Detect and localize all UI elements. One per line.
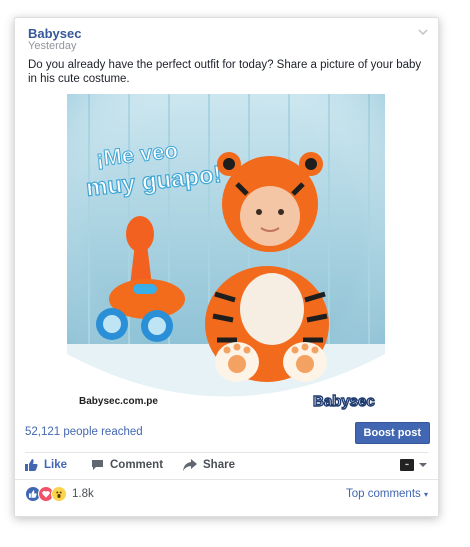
- page-thumbnail-icon: ▪▪: [400, 459, 414, 471]
- caret-down-icon: [419, 463, 427, 467]
- thumbs-up-icon: [25, 459, 38, 471]
- like-button[interactable]: Like: [25, 459, 67, 471]
- divider: [25, 452, 428, 453]
- chevron-down-icon[interactable]: [418, 28, 428, 36]
- wow-icon: [51, 486, 67, 502]
- post-text: Do you already have the perfect outfit f…: [28, 59, 422, 85]
- post-photo[interactable]: ¡Me veo muy guapo! Babysec.com.pe Babyse…: [67, 94, 385, 412]
- share-label: Share: [203, 459, 235, 471]
- comment-icon: [92, 460, 103, 470]
- reaction-count: 1.8k: [72, 488, 94, 500]
- caret-down-icon: ▾: [423, 490, 428, 499]
- comment-label: Comment: [110, 459, 164, 471]
- top-comments-dropdown[interactable]: Top comments ▾: [346, 488, 428, 500]
- post-card: Babysec Yesterday Do you already have th…: [14, 17, 439, 517]
- reach-count[interactable]: 52,121 people reached: [25, 426, 143, 438]
- page-name[interactable]: Babysec: [28, 26, 81, 41]
- action-bar: Like Comment Share ▪▪: [15, 455, 438, 477]
- photo-illustration: ¡Me veo muy guapo! Babysec.com.pe Babyse…: [67, 94, 385, 412]
- top-comments-label: Top comments: [346, 488, 421, 500]
- divider: [15, 479, 438, 480]
- boost-post-button[interactable]: Boost post: [354, 422, 430, 444]
- share-icon: [183, 459, 197, 471]
- brand-logo: Babysec: [313, 393, 375, 410]
- photo-website: Babysec.com.pe: [79, 396, 158, 407]
- post-timestamp[interactable]: Yesterday: [28, 40, 77, 52]
- page-selector[interactable]: ▪▪: [400, 459, 428, 471]
- reactions-summary[interactable]: 1.8k: [25, 486, 94, 502]
- stats-row: 52,121 people reached Boost post: [15, 416, 438, 446]
- like-label: Like: [44, 459, 68, 471]
- share-button[interactable]: Share: [183, 459, 235, 471]
- comment-button[interactable]: Comment: [91, 459, 163, 471]
